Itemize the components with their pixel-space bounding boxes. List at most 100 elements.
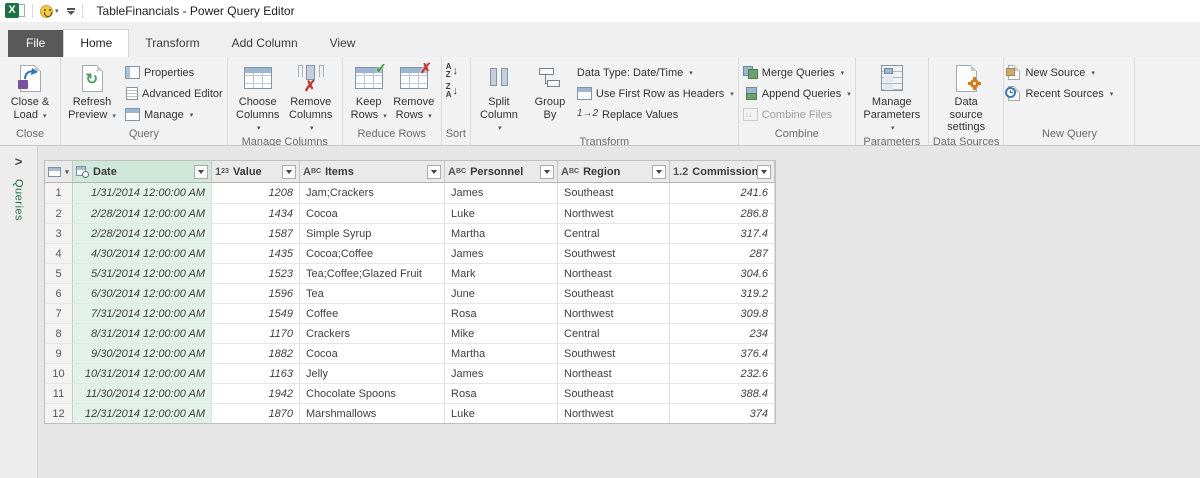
row-number[interactable]: 5: [45, 263, 73, 283]
cell-region[interactable]: Southeast: [558, 383, 670, 403]
row-number[interactable]: 4: [45, 243, 73, 263]
append-queries-button[interactable]: Append Queries ▾: [743, 84, 851, 103]
sort-descending-button[interactable]: ZA ↓: [446, 83, 458, 99]
remove-rows-button[interactable]: ✗ Remove Rows ▾: [391, 60, 437, 123]
cell-region[interactable]: Northwest: [558, 203, 670, 223]
cell-date[interactable]: 11/30/2014 12:00:00 AM: [73, 383, 212, 403]
cell-items[interactable]: Crackers: [300, 323, 445, 343]
cell-personnel[interactable]: June: [445, 283, 558, 303]
tab-view[interactable]: View: [314, 30, 372, 57]
cell-personnel[interactable]: Rosa: [445, 303, 558, 323]
row-number[interactable]: 12: [45, 403, 73, 423]
filter-dropdown-button[interactable]: [757, 164, 771, 179]
cell-commission[interactable]: 234: [670, 323, 775, 343]
cell-commission[interactable]: 319.2: [670, 283, 775, 303]
close-and-load-button[interactable]: Close & Load ▾: [4, 60, 56, 123]
cell-value[interactable]: 1163: [212, 363, 300, 383]
cell-value[interactable]: 1170: [212, 323, 300, 343]
merge-queries-button[interactable]: Merge Queries ▾: [742, 63, 851, 82]
choose-columns-button[interactable]: Choose Columns ▾: [232, 60, 284, 136]
cell-region[interactable]: Southwest: [558, 343, 670, 363]
use-first-row-as-headers-button[interactable]: Use First Row as Headers ▾: [576, 84, 734, 103]
tab-add-column[interactable]: Add Column: [216, 30, 314, 57]
advanced-editor-button[interactable]: Advanced Editor: [125, 84, 223, 103]
cell-region[interactable]: Southeast: [558, 283, 670, 303]
manage-button[interactable]: Manage ▾: [125, 105, 223, 124]
cell-items[interactable]: Jam;Crackers: [300, 183, 445, 203]
manage-parameters-button[interactable]: Manage Parameters ▾: [860, 60, 924, 136]
cell-region[interactable]: Northeast: [558, 363, 670, 383]
cell-region[interactable]: Southwest: [558, 243, 670, 263]
cell-date[interactable]: 10/31/2014 12:00:00 AM: [73, 363, 212, 383]
column-header-value[interactable]: 1 2 3 Value: [212, 161, 300, 182]
row-number[interactable]: 3: [45, 223, 73, 243]
properties-button[interactable]: Properties: [125, 63, 223, 82]
cell-value[interactable]: 1942: [212, 383, 300, 403]
cell-personnel[interactable]: Luke: [445, 403, 558, 423]
row-number[interactable]: 10: [45, 363, 73, 383]
cell-date[interactable]: 2/28/2014 12:00:00 AM: [73, 203, 212, 223]
cell-date[interactable]: 9/30/2014 12:00:00 AM: [73, 343, 212, 363]
cell-region[interactable]: Southeast: [558, 183, 670, 203]
tab-home[interactable]: Home: [63, 29, 130, 57]
smiley-feedback-button[interactable]: ▾: [40, 4, 59, 18]
cell-value[interactable]: 1587: [212, 223, 300, 243]
keep-rows-button[interactable]: ✓ Keep Rows ▾: [347, 60, 391, 123]
cell-items[interactable]: Coffee: [300, 303, 445, 323]
cell-date[interactable]: 4/30/2014 12:00:00 AM: [73, 243, 212, 263]
remove-columns-button[interactable]: ✗ Remove Columns ▾: [284, 60, 338, 136]
row-number[interactable]: 9: [45, 343, 73, 363]
cell-commission[interactable]: 376.4: [670, 343, 775, 363]
cell-commission[interactable]: 309.8: [670, 303, 775, 323]
customize-quick-access-toolbar-button[interactable]: [66, 7, 75, 15]
cell-date[interactable]: 2/28/2014 12:00:00 AM: [73, 223, 212, 243]
cell-value[interactable]: 1549: [212, 303, 300, 323]
tab-file[interactable]: File: [8, 30, 64, 57]
cell-value[interactable]: 1870: [212, 403, 300, 423]
cell-commission[interactable]: 286.8: [670, 203, 775, 223]
cell-commission[interactable]: 388.4: [670, 383, 775, 403]
cell-personnel[interactable]: Martha: [445, 223, 558, 243]
group-by-button[interactable]: Group By: [529, 60, 571, 123]
cell-value[interactable]: 1434: [212, 203, 300, 223]
cell-items[interactable]: Cocoa: [300, 203, 445, 223]
recent-sources-button[interactable]: Recent Sources ▾: [1005, 84, 1113, 103]
replace-values-button[interactable]: 1→2 Replace Values: [577, 105, 734, 124]
table-options-button[interactable]: ▾: [45, 161, 73, 182]
data-type-button[interactable]: Data Type: Date/Time ▾: [577, 63, 734, 82]
cell-personnel[interactable]: James: [445, 243, 558, 263]
cell-personnel[interactable]: James: [445, 363, 558, 383]
cell-items[interactable]: Cocoa: [300, 343, 445, 363]
cell-commission[interactable]: 304.6: [670, 263, 775, 283]
row-number[interactable]: 6: [45, 283, 73, 303]
cell-items[interactable]: Cocoa;Coffee: [300, 243, 445, 263]
sort-ascending-button[interactable]: AZ ↓: [446, 63, 458, 79]
cell-date[interactable]: 1/31/2014 12:00:00 AM: [73, 183, 212, 203]
refresh-preview-button[interactable]: ↻ Refresh Preview ▾: [65, 60, 119, 123]
cell-personnel[interactable]: Luke: [445, 203, 558, 223]
column-header-date[interactable]: Date: [73, 161, 212, 182]
cell-date[interactable]: 8/31/2014 12:00:00 AM: [73, 323, 212, 343]
filter-dropdown-button[interactable]: [427, 164, 441, 179]
column-header-commission[interactable]: 1.2 Commission: [670, 161, 775, 182]
row-number[interactable]: 11: [45, 383, 73, 403]
column-header-items[interactable]: A B C Items: [300, 161, 445, 182]
cell-date[interactable]: 7/31/2014 12:00:00 AM: [73, 303, 212, 323]
filter-dropdown-button[interactable]: [282, 164, 296, 179]
cell-items[interactable]: Marshmallows: [300, 403, 445, 423]
cell-date[interactable]: 5/31/2014 12:00:00 AM: [73, 263, 212, 283]
filter-dropdown-button[interactable]: [652, 164, 666, 179]
cell-value[interactable]: 1523: [212, 263, 300, 283]
filter-dropdown-button[interactable]: [540, 164, 554, 179]
cell-region[interactable]: Northeast: [558, 263, 670, 283]
row-number[interactable]: 2: [45, 203, 73, 223]
cell-region[interactable]: Northwest: [558, 403, 670, 423]
cell-commission[interactable]: 241.6: [670, 183, 775, 203]
cell-value[interactable]: 1596: [212, 283, 300, 303]
cell-items[interactable]: Simple Syrup: [300, 223, 445, 243]
cell-value[interactable]: 1882: [212, 343, 300, 363]
row-number[interactable]: 8: [45, 323, 73, 343]
cell-value[interactable]: 1208: [212, 183, 300, 203]
cell-items[interactable]: Jelly: [300, 363, 445, 383]
row-number[interactable]: 7: [45, 303, 73, 323]
